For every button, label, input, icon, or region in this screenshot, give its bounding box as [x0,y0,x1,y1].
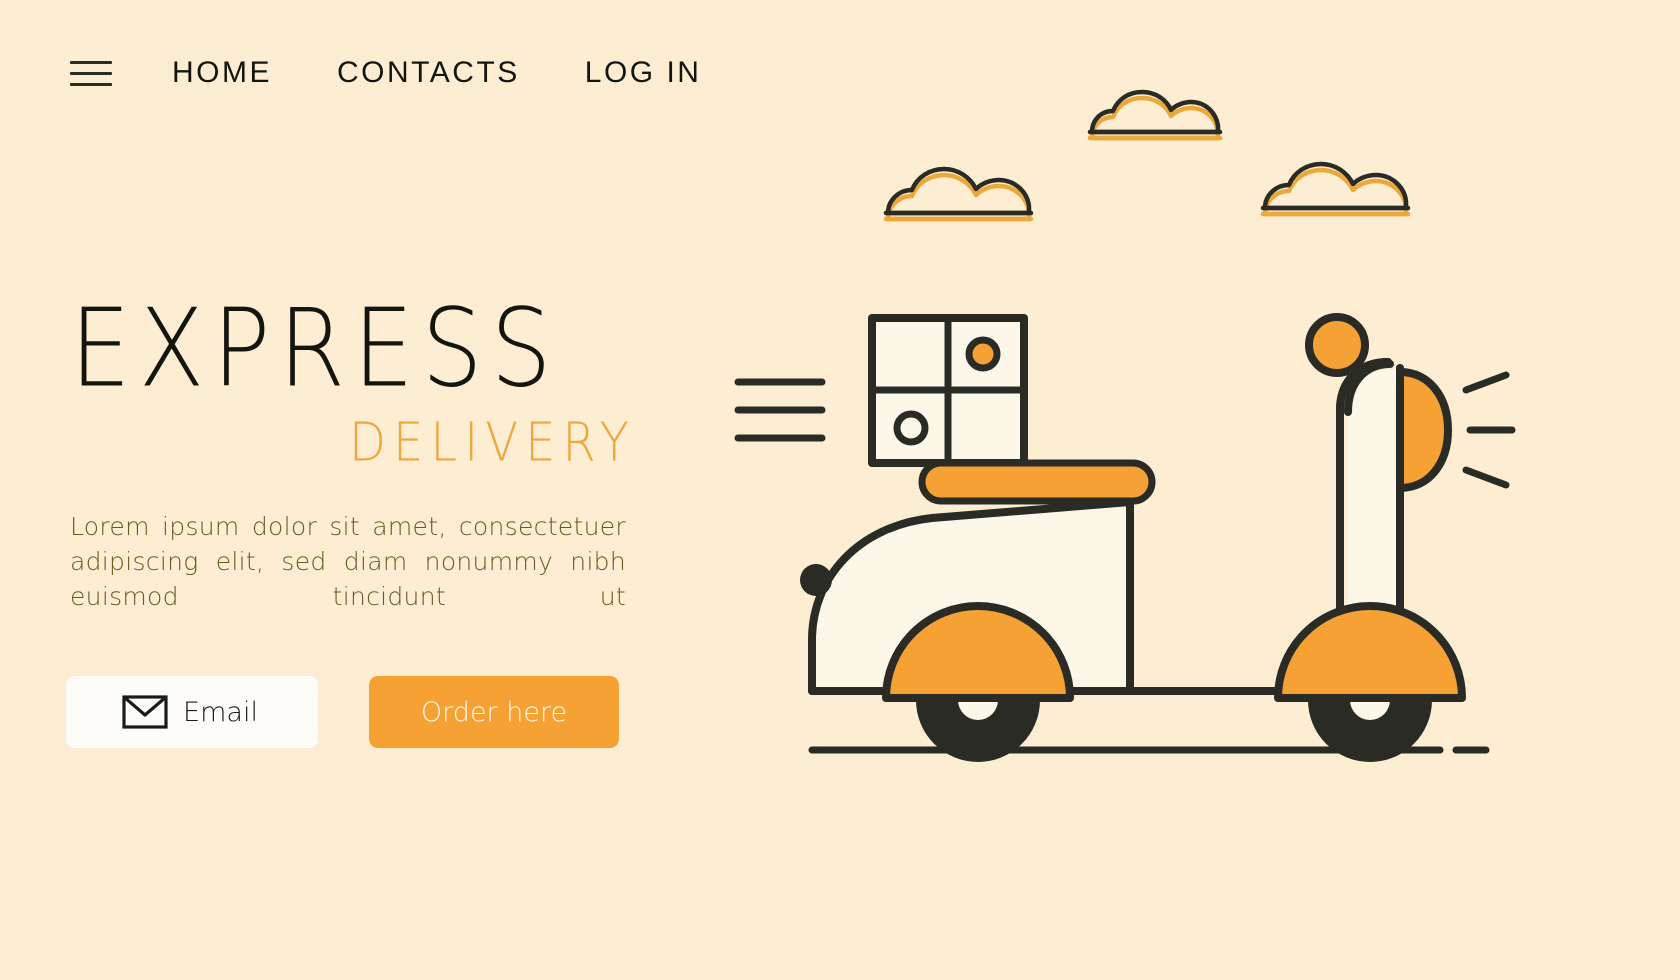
headlight-rays [1462,371,1516,489]
page-subtitle: DELIVERY [349,411,636,474]
main-navigation: HOME CONTACTS LOG IN [70,56,701,90]
delivery-box [868,314,1028,467]
nav-link-home[interactable]: HOME [172,56,272,90]
front-fender [1274,602,1466,702]
scooter-svg [734,89,1516,762]
order-button[interactable]: Order here [369,676,619,748]
nav-link-contacts[interactable]: CONTACTS [337,56,520,90]
hamburger-icon[interactable] [70,58,112,88]
order-button-label: Order here [420,696,568,728]
scooter-knob [800,564,832,596]
mirror-icon [1305,313,1369,377]
hamburger-bar [70,71,112,75]
cta-button-row: Email Order here [66,676,619,748]
front-wheel [1274,602,1466,762]
hero-description: Lorem ipsum dolor sit amet, consectetuer… [70,512,626,611]
hamburger-bar [70,60,112,64]
delivery-box-dot-filled [965,336,1001,372]
cloud-left-outline [885,166,1032,216]
scooter-delivery-illustration [700,50,1620,810]
cloud-left [883,166,1034,222]
cloud-right [1260,161,1411,217]
cloud-top [1087,89,1223,141]
hamburger-bar [70,82,112,86]
landing-page: HOME CONTACTS LOG IN EXPRESS DELIVERY Lo… [0,0,1680,980]
email-button[interactable]: Email [66,676,318,748]
page-title: EXPRESS [70,286,560,412]
rear-wheel [882,602,1074,762]
scooter-seat [918,459,1156,505]
cloud-top-outline [1089,89,1221,135]
cloud-right-outline [1262,161,1409,211]
speed-lines [734,378,826,442]
envelope-icon [122,695,168,729]
email-button-label: Email [183,696,258,728]
headlight [1396,368,1452,492]
hero-text-block: EXPRESS DELIVERY Lorem ipsum dolor sit a… [70,295,640,614]
nav-link-login[interactable]: LOG IN [585,56,702,90]
